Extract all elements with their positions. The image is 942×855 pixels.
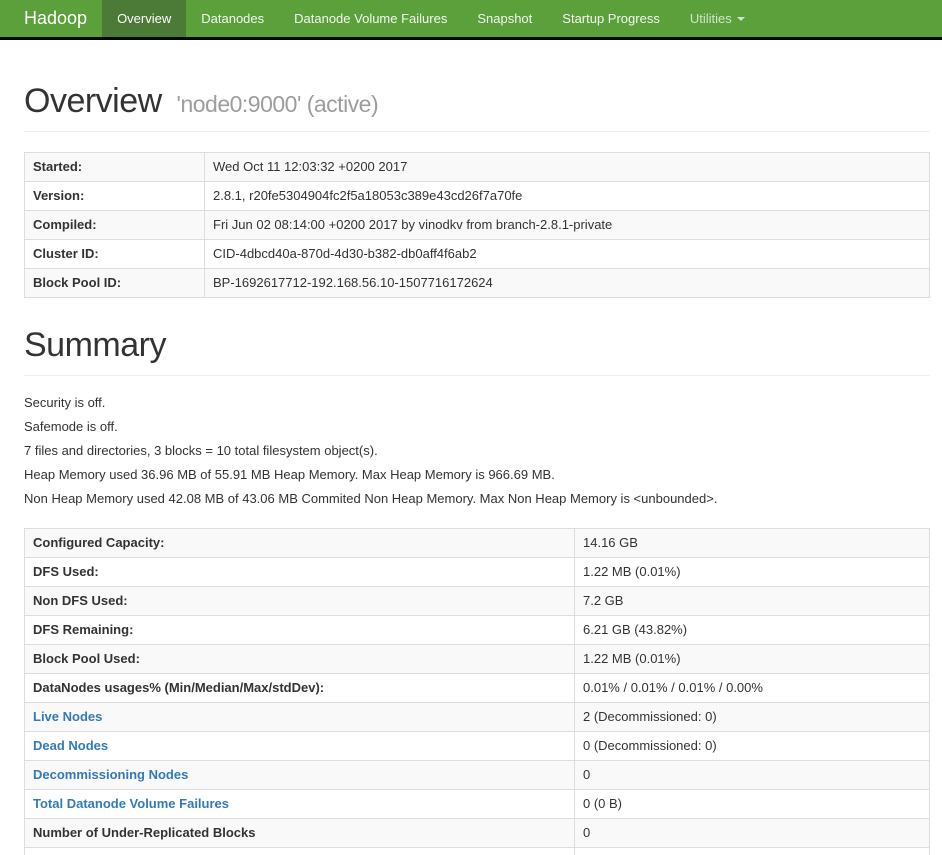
row-label-cluster-id: Cluster ID: (24, 239, 205, 269)
security-status-text: Security is off. (24, 395, 106, 410)
row-value-live-nodes: 2 (Decommissioned: 0) (574, 702, 930, 732)
non-heap-memory-text: Non Heap Memory used 42.08 MB of 43.06 M… (24, 491, 718, 506)
row-label-blocks-pending-deletion: Number of Blocks Pending Deletion (24, 847, 575, 855)
dead-nodes-link[interactable]: Dead Nodes (33, 738, 108, 753)
table-row: DataNodes usages% (Min/Median/Max/stdDev… (24, 673, 930, 703)
heading-divider (24, 131, 930, 132)
safemode-status-text: Safemode is off. (24, 419, 118, 434)
table-row: Total Datanode Volume Failures 0 (0 B) (24, 789, 930, 819)
row-label-datanodes-usages: DataNodes usages% (Min/Median/Max/stdDev… (24, 673, 575, 703)
row-value-block-pool-id: BP-1692617712-192.168.56.10-150771617262… (204, 268, 930, 298)
main-content: Overview 'node0:9000' (active) Started: … (0, 40, 942, 855)
row-value-dead-nodes: 0 (Decommissioned: 0) (574, 731, 930, 761)
total-datanode-volume-failures-link[interactable]: Total Datanode Volume Failures (33, 796, 229, 811)
nav-tab-snapshot[interactable]: Snapshot (462, 0, 547, 37)
nav-tab-startup-progress[interactable]: Startup Progress (547, 0, 675, 37)
row-label-compiled: Compiled: (24, 210, 205, 240)
table-row: Version: 2.8.1, r20fe5304904fc2f5a18053c… (24, 181, 930, 211)
row-value-decommissioning-nodes: 0 (574, 760, 930, 790)
table-row: Block Pool Used: 1.22 MB (0.01%) (24, 644, 930, 674)
row-label-version: Version: (24, 181, 205, 211)
overview-info-table: Started: Wed Oct 11 12:03:32 +0200 2017 … (24, 152, 930, 298)
decommissioning-nodes-link[interactable]: Decommissioning Nodes (33, 767, 188, 782)
row-label-under-replicated-blocks: Number of Under-Replicated Blocks (24, 818, 575, 848)
row-value-compiled: Fri Jun 02 08:14:00 +0200 2017 by vinodk… (204, 210, 930, 240)
row-value-blocks-pending-deletion: 0 (574, 847, 930, 855)
paragraph-table-gap (24, 516, 930, 528)
table-row: Cluster ID: CID-4dbcd40a-870d-4d30-b382-… (24, 239, 930, 269)
table-row: Number of Blocks Pending Deletion 0 (24, 847, 930, 855)
row-value-dfs-remaining: 6.21 GB (43.82%) (574, 615, 930, 645)
row-value-under-replicated-blocks: 0 (574, 818, 930, 848)
caret-down-icon (736, 16, 745, 21)
table-row: DFS Used: 1.22 MB (0.01%) (24, 557, 930, 587)
row-label-dfs-remaining: DFS Remaining: (24, 615, 575, 645)
row-label-non-dfs-used: Non DFS Used: (24, 586, 575, 616)
row-label-configured-capacity: Configured Capacity: (24, 528, 575, 558)
table-row: Started: Wed Oct 11 12:03:32 +0200 2017 (24, 152, 930, 182)
hadoop-brand: Hadoop (24, 8, 88, 28)
row-value-started: Wed Oct 11 12:03:32 +0200 2017 (204, 152, 930, 182)
filesystem-objects-text: 7 files and directories, 3 blocks = 10 t… (24, 443, 378, 458)
table-row: Non DFS Used: 7.2 GB (24, 586, 930, 616)
overview-heading: Overview 'node0:9000' (active) (24, 82, 930, 121)
summary-heading: Summary (24, 326, 166, 364)
page-title: Overview (24, 82, 162, 120)
nav-tab-datanodes[interactable]: Datanodes (186, 0, 279, 37)
heap-memory-text: Heap Memory used 36.96 MB of 55.91 MB He… (24, 467, 555, 482)
row-label-started: Started: (24, 152, 205, 182)
row-value-volume-failures: 0 (0 B) (574, 789, 930, 819)
row-label-block-pool-id: Block Pool ID: (24, 268, 205, 298)
live-nodes-link[interactable]: Live Nodes (33, 709, 102, 724)
row-value-datanodes-usages: 0.01% / 0.01% / 0.01% / 0.00% (574, 673, 930, 703)
row-value-version: 2.8.1, r20fe5304904fc2f5a18053c389e43cd2… (204, 181, 930, 211)
row-label-dfs-used: DFS Used: (24, 557, 575, 587)
top-navbar: Hadoop Overview Datanodes Datanode Volum… (0, 0, 942, 40)
table-row: Live Nodes 2 (Decommissioned: 0) (24, 702, 930, 732)
row-value-block-pool-used: 1.22 MB (0.01%) (574, 644, 930, 674)
nav-tab-datanode-volume-failures[interactable]: Datanode Volume Failures (279, 0, 462, 37)
row-value-cluster-id: CID-4dbcd40a-870d-4d30-b382-db0aff4f6ab2 (204, 239, 930, 269)
utilities-label: Utilities (689, 11, 732, 26)
table-row: Number of Under-Replicated Blocks 0 (24, 818, 930, 848)
table-row: Decommissioning Nodes 0 (24, 760, 930, 790)
table-row: DFS Remaining: 6.21 GB (43.82%) (24, 615, 930, 645)
table-row: Dead Nodes 0 (Decommissioned: 0) (24, 731, 930, 761)
row-label-block-pool-used: Block Pool Used: (24, 644, 575, 674)
namenode-address-subtitle: 'node0:9000' (active) (176, 91, 379, 117)
row-value-configured-capacity: 14.16 GB (574, 528, 930, 558)
table-row: Configured Capacity: 14.16 GB (24, 528, 930, 558)
table-row: Compiled: Fri Jun 02 08:14:00 +0200 2017… (24, 210, 930, 240)
summary-divider (24, 375, 930, 376)
nav-tab-utilities[interactable]: Utilities (675, 0, 760, 37)
row-value-non-dfs-used: 7.2 GB (574, 586, 930, 616)
row-value-dfs-used: 1.22 MB (0.01%) (574, 557, 930, 587)
nav-tab-overview[interactable]: Overview (102, 0, 187, 37)
summary-stats-table: Configured Capacity: 14.16 GB DFS Used: … (24, 528, 930, 855)
table-row: Block Pool ID: BP-1692617712-192.168.56.… (24, 268, 930, 298)
